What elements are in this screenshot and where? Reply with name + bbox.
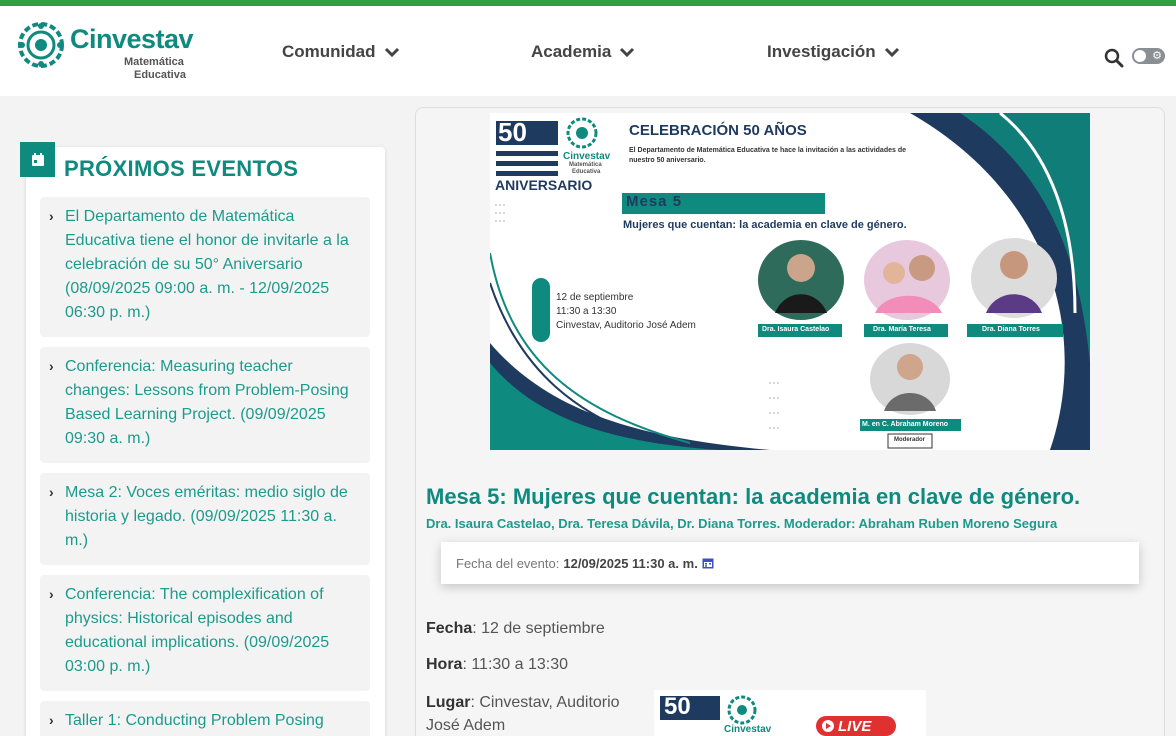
live-badge: LIVE — [838, 718, 872, 735]
logo-subtitle: Matemática — [124, 56, 184, 68]
poster-subtitle: Mujeres que cuentan: la academia en clav… — [623, 219, 907, 231]
poster-mesa: Mesa 5 — [626, 193, 683, 210]
poster-fifty: 50 — [664, 693, 691, 720]
event-speakers: Dra. Isaura Castelao, Dra. Teresa Dávila… — [426, 516, 1058, 531]
events-title: PRÓXIMOS EVENTOS — [64, 156, 299, 181]
lugar-value: José Adem — [426, 717, 506, 734]
poster-brand-sub: Educativa — [572, 169, 601, 175]
chevron-right-icon: › — [49, 208, 54, 224]
chevron-down-icon — [384, 47, 399, 58]
event-text: Mesa 2: Voces eméritas: medio siglo de h… — [65, 484, 348, 549]
poster-brand: Cinvestav — [724, 724, 772, 735]
event-text: Taller 1: Conducting Problem Posing — [65, 712, 324, 729]
lugar-label: Lugar — [426, 694, 471, 711]
speaker-label: Dra. María Teresa — [873, 326, 931, 333]
poster-date: 12 de septiembre — [556, 292, 634, 303]
lugar-value: : Cinvestav, Auditorio — [470, 694, 620, 711]
toggle-knob — [1134, 50, 1146, 62]
event-title: Mesa 5: Mujeres que cuentan: la academia… — [426, 484, 1081, 509]
info-fecha: Fecha: 12 de septiembre — [426, 620, 605, 638]
hora-label: Hora — [426, 656, 463, 673]
event-date-label: Fecha del evento: — [456, 555, 560, 571]
chevron-right-icon: › — [49, 484, 54, 500]
event-item[interactable]: › El Departamento de Matemática Educativ… — [40, 197, 370, 337]
poster-time: 11:30 a 13:30 — [556, 306, 617, 317]
event-date-value: 12/09/2025 11:30 a. m. — [563, 555, 698, 571]
live-poster-artwork — [660, 695, 896, 736]
nav-investigacion[interactable]: Investigación — [767, 42, 900, 62]
poster-invite: El Departamento de Matemática Educativa … — [629, 147, 906, 154]
calendar-badge — [20, 142, 55, 177]
chevron-down-icon — [620, 47, 635, 58]
nav-label: Comunidad — [282, 42, 376, 61]
speaker-label: Dra. Isaura Castelao — [762, 326, 830, 333]
event-item[interactable]: › Mesa 2: Voces eméritas: medio siglo de… — [40, 473, 370, 565]
poster-invite: nuestro 50 aniversario. — [629, 157, 706, 164]
chevron-right-icon: › — [49, 586, 54, 602]
event-poster: 50 Cinvestav Matemática Educativa ANIVER… — [490, 113, 1090, 450]
event-date-box: Fecha del evento: 12/09/2025 11:30 a. m. — [441, 542, 1139, 584]
nav-comunidad[interactable]: Comunidad — [282, 42, 400, 62]
poster-fifty: 50 — [498, 117, 527, 147]
fecha-label: Fecha — [426, 620, 473, 637]
speaker-label: M. en C. Abraham Moreno — [862, 421, 949, 428]
search-icon[interactable] — [1104, 48, 1124, 68]
chevron-right-icon: › — [49, 712, 54, 728]
theme-toggle[interactable]: ⚙ — [1132, 48, 1165, 64]
poster-place: Cinvestav, Auditorio José Adem — [556, 320, 696, 331]
moderator-label: Moderador — [894, 437, 926, 443]
calendar-icon — [31, 152, 44, 166]
poster-headline: CELEBRACIÓN 50 AÑOS — [629, 122, 807, 139]
calendar-icon[interactable] — [702, 557, 714, 569]
poster-brand-sub: Matemática — [569, 162, 602, 168]
fecha-value: : 12 de septiembre — [472, 620, 605, 637]
event-item[interactable]: › Taller 1: Conducting Problem Posing — [40, 701, 370, 736]
event-item[interactable]: › Conferencia: Measuring teacher changes… — [40, 347, 370, 463]
cinvestav-logo-icon — [18, 22, 64, 68]
event-item[interactable]: › Conferencia: The complexification of p… — [40, 575, 370, 691]
site-logo[interactable]: Cinvestav Matemática Educativa — [16, 20, 196, 84]
site-header: Cinvestav Matemática Educativa Comunidad… — [0, 6, 1176, 96]
poster-brand: Cinvestav — [563, 151, 611, 162]
chevron-down-icon — [884, 47, 899, 58]
chevron-right-icon: › — [49, 358, 54, 374]
nav-label: Investigación — [767, 42, 876, 61]
nav-academia[interactable]: Academia — [531, 42, 635, 62]
poster-anniversary: ANIVERSARIO — [495, 177, 593, 193]
event-text: El Departamento de Matemática Educativa … — [65, 208, 349, 321]
nav-label: Academia — [531, 42, 612, 61]
logo-subtitle: Educativa — [134, 69, 186, 81]
speaker-label: Dra. Diana Torres — [982, 326, 1040, 333]
logo-name: Cinvestav — [70, 24, 194, 54]
info-lugar: Lugar: Cinvestav, Auditorio José Adem — [426, 691, 620, 736]
info-hora: Hora: 11:30 a 13:30 — [426, 656, 568, 674]
live-poster: 50 Cinvestav LIVE — [654, 690, 926, 736]
event-text: Conferencia: The complexification of phy… — [65, 586, 330, 675]
hora-value: : 11:30 a 13:30 — [462, 656, 569, 673]
event-text: Conferencia: Measuring teacher changes: … — [65, 358, 349, 447]
gear-icon: ⚙ — [1152, 50, 1162, 62]
